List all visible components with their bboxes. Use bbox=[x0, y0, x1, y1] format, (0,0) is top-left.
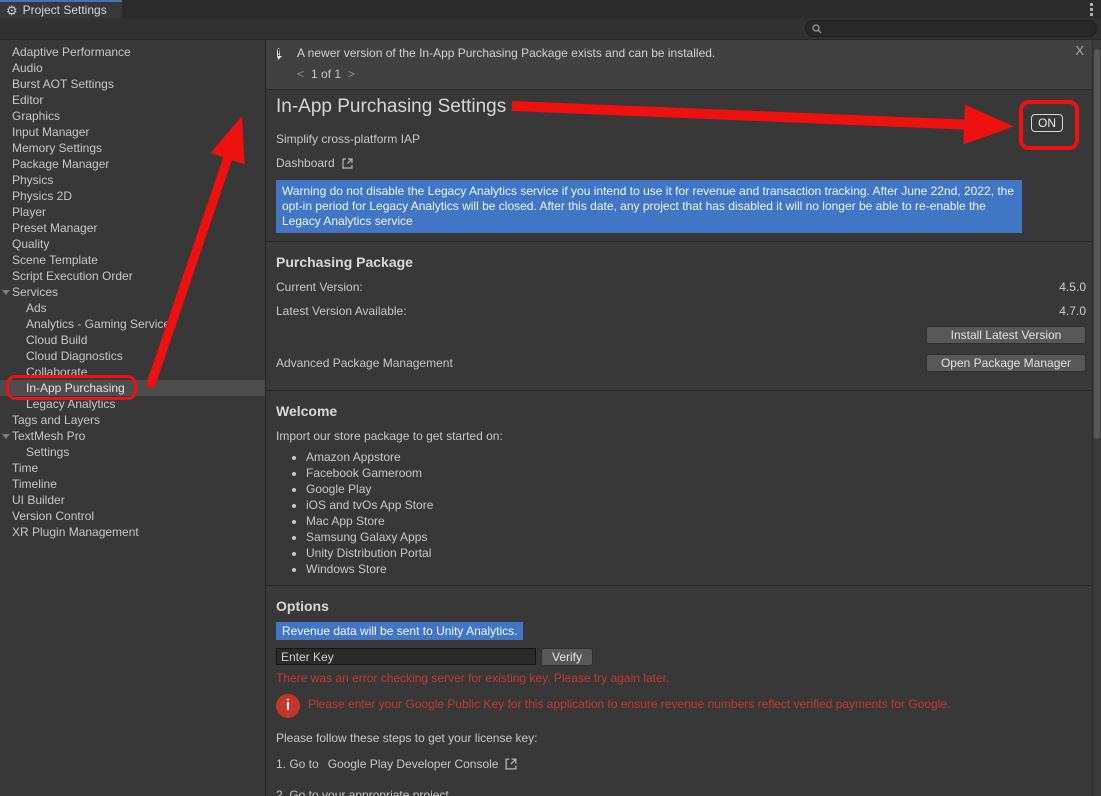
sidebar-item-package-manager[interactable]: Package Manager bbox=[0, 156, 265, 172]
sidebar-item-graphics[interactable]: Graphics bbox=[0, 108, 265, 124]
options-heading: Options bbox=[276, 598, 1091, 614]
server-error-text: There was an error checking server for e… bbox=[276, 671, 1091, 685]
install-latest-version-button[interactable]: Install Latest Version bbox=[926, 326, 1086, 344]
sidebar-item-legacy-analytics[interactable]: Legacy Analytics bbox=[0, 396, 265, 412]
settings-toolbar bbox=[0, 18, 1101, 40]
sidebar-item-time[interactable]: Time bbox=[0, 460, 265, 476]
sidebar-item-audio[interactable]: Audio bbox=[0, 60, 265, 76]
sidebar-item-input-manager[interactable]: Input Manager bbox=[0, 124, 265, 140]
welcome-heading: Welcome bbox=[276, 403, 1091, 419]
gear-icon: ⚙ bbox=[6, 4, 18, 17]
sidebar-item-player[interactable]: Player bbox=[0, 204, 265, 220]
sidebar-item-ads[interactable]: Ads bbox=[0, 300, 265, 316]
sidebar-item-script-execution-order[interactable]: Script Execution Order bbox=[0, 268, 265, 284]
google-key-error-text: Please enter your Google Public Key for … bbox=[308, 697, 950, 711]
project-settings-window: ⚙ Project Settings Adaptive Performance … bbox=[0, 0, 1101, 796]
vertical-scrollbar[interactable] bbox=[1092, 40, 1101, 796]
main-panel: ! A newer version of the In-App Purchasi… bbox=[266, 40, 1101, 796]
error-info-icon: i bbox=[276, 694, 300, 718]
notification-icon: ! bbox=[277, 45, 292, 59]
section-divider bbox=[266, 585, 1101, 586]
license-key-input[interactable] bbox=[276, 648, 536, 665]
current-version-value: 4.5.0 bbox=[1059, 280, 1086, 294]
sidebar-item-analytics-gaming-services[interactable]: Analytics - Gaming Services bbox=[0, 316, 265, 332]
sidebar-item-ui-builder[interactable]: UI Builder bbox=[0, 492, 265, 508]
sidebar-item-memory-settings[interactable]: Memory Settings bbox=[0, 140, 265, 156]
store-item: Facebook Gameroom bbox=[306, 465, 1091, 481]
latest-version-value: 4.7.0 bbox=[1059, 304, 1086, 318]
open-package-manager-button[interactable]: Open Package Manager bbox=[926, 354, 1086, 372]
step1-prefix: 1. Go to bbox=[276, 757, 319, 771]
banner-pager: < 1 of 1 > bbox=[297, 67, 355, 81]
sidebar-item-textmesh-settings[interactable]: Settings bbox=[0, 444, 265, 460]
sidebar-item-xr-plugin-management[interactable]: XR Plugin Management bbox=[0, 524, 265, 540]
verify-button[interactable]: Verify bbox=[541, 648, 593, 666]
external-link-icon bbox=[504, 757, 518, 771]
settings-sidebar: Adaptive Performance Audio Burst AOT Set… bbox=[0, 40, 266, 796]
section-divider bbox=[266, 241, 1101, 242]
latest-version-label: Latest Version Available: bbox=[276, 304, 407, 318]
page-title: In-App Purchasing Settings bbox=[276, 96, 1091, 118]
current-version-row: Current Version: 4.5.0 bbox=[276, 280, 1091, 294]
sidebar-item-quality[interactable]: Quality bbox=[0, 236, 265, 252]
store-item: Unity Distribution Portal bbox=[306, 545, 1091, 561]
sidebar-item-editor[interactable]: Editor bbox=[0, 92, 265, 108]
sidebar-item-burst-aot-settings[interactable]: Burst AOT Settings bbox=[0, 76, 265, 92]
store-item: Amazon Appstore bbox=[306, 449, 1091, 465]
pager-prev-button[interactable]: < bbox=[297, 67, 304, 81]
scrollbar-thumb[interactable] bbox=[1094, 49, 1100, 439]
purchasing-package-heading: Purchasing Package bbox=[276, 254, 1091, 270]
page-subtitle: Simplify cross-platform IAP bbox=[276, 132, 1091, 146]
sidebar-item-version-control[interactable]: Version Control bbox=[0, 508, 265, 524]
latest-version-row: Latest Version Available: 4.7.0 bbox=[276, 304, 1091, 318]
steps-intro: Please follow these steps to get your li… bbox=[276, 731, 1091, 745]
sidebar-item-physics[interactable]: Physics bbox=[0, 172, 265, 188]
sidebar-item-adaptive-performance[interactable]: Adaptive Performance bbox=[0, 44, 265, 60]
store-item: iOS and tvOs App Store bbox=[306, 497, 1091, 513]
sidebar-item-cloud-build[interactable]: Cloud Build bbox=[0, 332, 265, 348]
store-list: Amazon Appstore Facebook Gameroom Google… bbox=[306, 449, 1091, 577]
sidebar-item-in-app-purchasing[interactable]: In-App Purchasing bbox=[0, 380, 265, 396]
advanced-package-management-label: Advanced Package Management bbox=[276, 356, 453, 370]
search-box[interactable] bbox=[805, 20, 1097, 37]
kebab-menu-icon[interactable] bbox=[1090, 3, 1093, 16]
pager-text: 1 of 1 bbox=[311, 67, 341, 81]
sidebar-item-collaborate[interactable]: Collaborate bbox=[0, 364, 265, 380]
sidebar-item-services[interactable]: Services bbox=[0, 284, 265, 300]
iap-enabled-toggle[interactable]: ON bbox=[1031, 114, 1063, 132]
store-item: Samsung Galaxy Apps bbox=[306, 529, 1091, 545]
search-input[interactable] bbox=[826, 23, 1090, 35]
sidebar-item-tags-and-layers[interactable]: Tags and Layers bbox=[0, 412, 265, 428]
foldout-expanded-icon[interactable] bbox=[2, 290, 10, 295]
store-item: Windows Store bbox=[306, 561, 1091, 577]
welcome-intro: Import our store package to get started … bbox=[276, 429, 1091, 443]
step2-text: 2. Go to your appropriate project. bbox=[276, 788, 1091, 796]
sidebar-item-timeline[interactable]: Timeline bbox=[0, 476, 265, 492]
legacy-analytics-warning: Warning do not disable the Legacy Analyt… bbox=[276, 180, 1022, 233]
sidebar-item-physics-2d[interactable]: Physics 2D bbox=[0, 188, 265, 204]
current-version-label: Current Version: bbox=[276, 280, 363, 294]
update-notification-banner: ! A newer version of the In-App Purchasi… bbox=[266, 40, 1101, 90]
banner-close-button[interactable]: X bbox=[1075, 43, 1084, 58]
google-play-console-link[interactable]: Google Play Developer Console bbox=[328, 757, 499, 771]
sidebar-item-scene-template[interactable]: Scene Template bbox=[0, 252, 265, 268]
tab-project-settings[interactable]: ⚙ Project Settings bbox=[0, 0, 122, 18]
foldout-expanded-icon[interactable] bbox=[2, 434, 10, 439]
tab-title: Project Settings bbox=[23, 3, 107, 17]
sidebar-item-textmesh-pro[interactable]: TextMesh Pro bbox=[0, 428, 265, 444]
sidebar-item-cloud-diagnostics[interactable]: Cloud Diagnostics bbox=[0, 348, 265, 364]
section-divider bbox=[266, 390, 1101, 391]
pager-next-button[interactable]: > bbox=[348, 67, 355, 81]
tab-bar: ⚙ Project Settings bbox=[0, 0, 1101, 18]
dashboard-link[interactable]: Dashboard bbox=[276, 156, 1091, 170]
analytics-note-badge: Revenue data will be sent to Unity Analy… bbox=[276, 622, 523, 640]
search-icon bbox=[812, 24, 822, 34]
store-item: Mac App Store bbox=[306, 513, 1091, 529]
store-item: Google Play bbox=[306, 481, 1091, 497]
external-link-icon bbox=[341, 157, 354, 170]
banner-message: A newer version of the In-App Purchasing… bbox=[297, 46, 715, 60]
sidebar-item-preset-manager[interactable]: Preset Manager bbox=[0, 220, 265, 236]
